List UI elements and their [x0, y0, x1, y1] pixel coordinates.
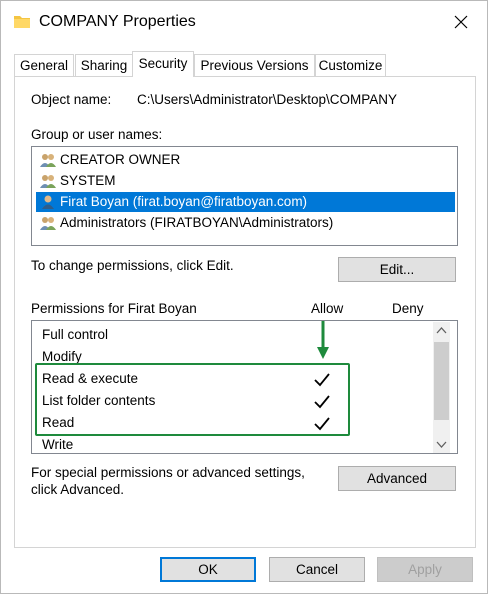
user-name: SYSTEM	[60, 173, 116, 188]
scroll-thumb[interactable]	[434, 342, 449, 420]
group-icon	[40, 217, 56, 230]
scroll-up-icon[interactable]	[433, 322, 450, 339]
deny-header: Deny	[392, 301, 424, 316]
object-name-label: Object name:	[31, 92, 112, 107]
user-list-item-selected[interactable]: Firat Boyan (firat.boyan@firatboyan.com)	[36, 192, 455, 212]
user-name: Administrators (FIRATBOYAN\Administrator…	[60, 215, 334, 230]
allow-header: Allow	[311, 301, 344, 316]
group-icon	[40, 154, 56, 167]
user-icon	[42, 195, 54, 209]
title-bar: COMPANY Properties	[1, 1, 487, 45]
window-title: COMPANY Properties	[39, 13, 196, 30]
tab-customize[interactable]: Customize	[315, 54, 386, 76]
tab-sharing[interactable]: Sharing	[75, 54, 133, 76]
folder-icon	[14, 16, 30, 28]
user-list-item[interactable]: Administrators (FIRATBOYAN\Administrator…	[36, 213, 455, 233]
tab-previous-versions[interactable]: Previous Versions	[194, 54, 315, 76]
annotation-highlight-box	[35, 363, 350, 436]
edit-button[interactable]: Edit...	[338, 257, 456, 282]
permissions-scrollbar[interactable]	[433, 322, 450, 453]
ok-button[interactable]: OK	[160, 557, 256, 582]
user-list[interactable]: CREATOR OWNER SYSTEM Firat Boyan (firat.…	[31, 146, 458, 246]
special-permissions-hint-line2: click Advanced.	[31, 482, 125, 497]
tab-general[interactable]: General	[14, 54, 74, 76]
special-permissions-hint-line1: For special permissions or advanced sett…	[31, 465, 305, 480]
tab-security[interactable]: Security	[132, 51, 194, 77]
permission-name: Modify	[42, 349, 82, 364]
close-icon[interactable]	[453, 14, 469, 30]
properties-dialog: COMPANY Properties General Sharing Secur…	[0, 0, 488, 594]
group-label: Group or user names:	[31, 127, 163, 142]
apply-button[interactable]: Apply	[377, 557, 473, 582]
permission-row: Write	[42, 434, 73, 456]
change-permissions-hint: To change permissions, click Edit.	[31, 258, 234, 273]
permission-row: Full control	[42, 324, 108, 346]
user-list-item[interactable]: SYSTEM	[36, 171, 455, 191]
permission-name: Full control	[42, 327, 109, 342]
object-name-value: C:\Users\Administrator\Desktop\COMPANY	[137, 92, 398, 107]
security-panel: Object name: C:\Users\Administrator\Desk…	[14, 76, 476, 548]
permission-name: Write	[42, 437, 74, 452]
user-name: Firat Boyan (firat.boyan@firatboyan.com)	[60, 194, 308, 209]
advanced-button[interactable]: Advanced	[338, 466, 456, 491]
cancel-button[interactable]: Cancel	[269, 557, 365, 582]
scroll-down-icon[interactable]	[433, 436, 450, 453]
user-list-item[interactable]: CREATOR OWNER	[36, 150, 455, 170]
group-icon	[40, 175, 56, 188]
annotation-arrow-icon	[317, 321, 329, 359]
permissions-label: Permissions for Firat Boyan	[31, 301, 197, 316]
user-name: CREATOR OWNER	[60, 152, 181, 167]
